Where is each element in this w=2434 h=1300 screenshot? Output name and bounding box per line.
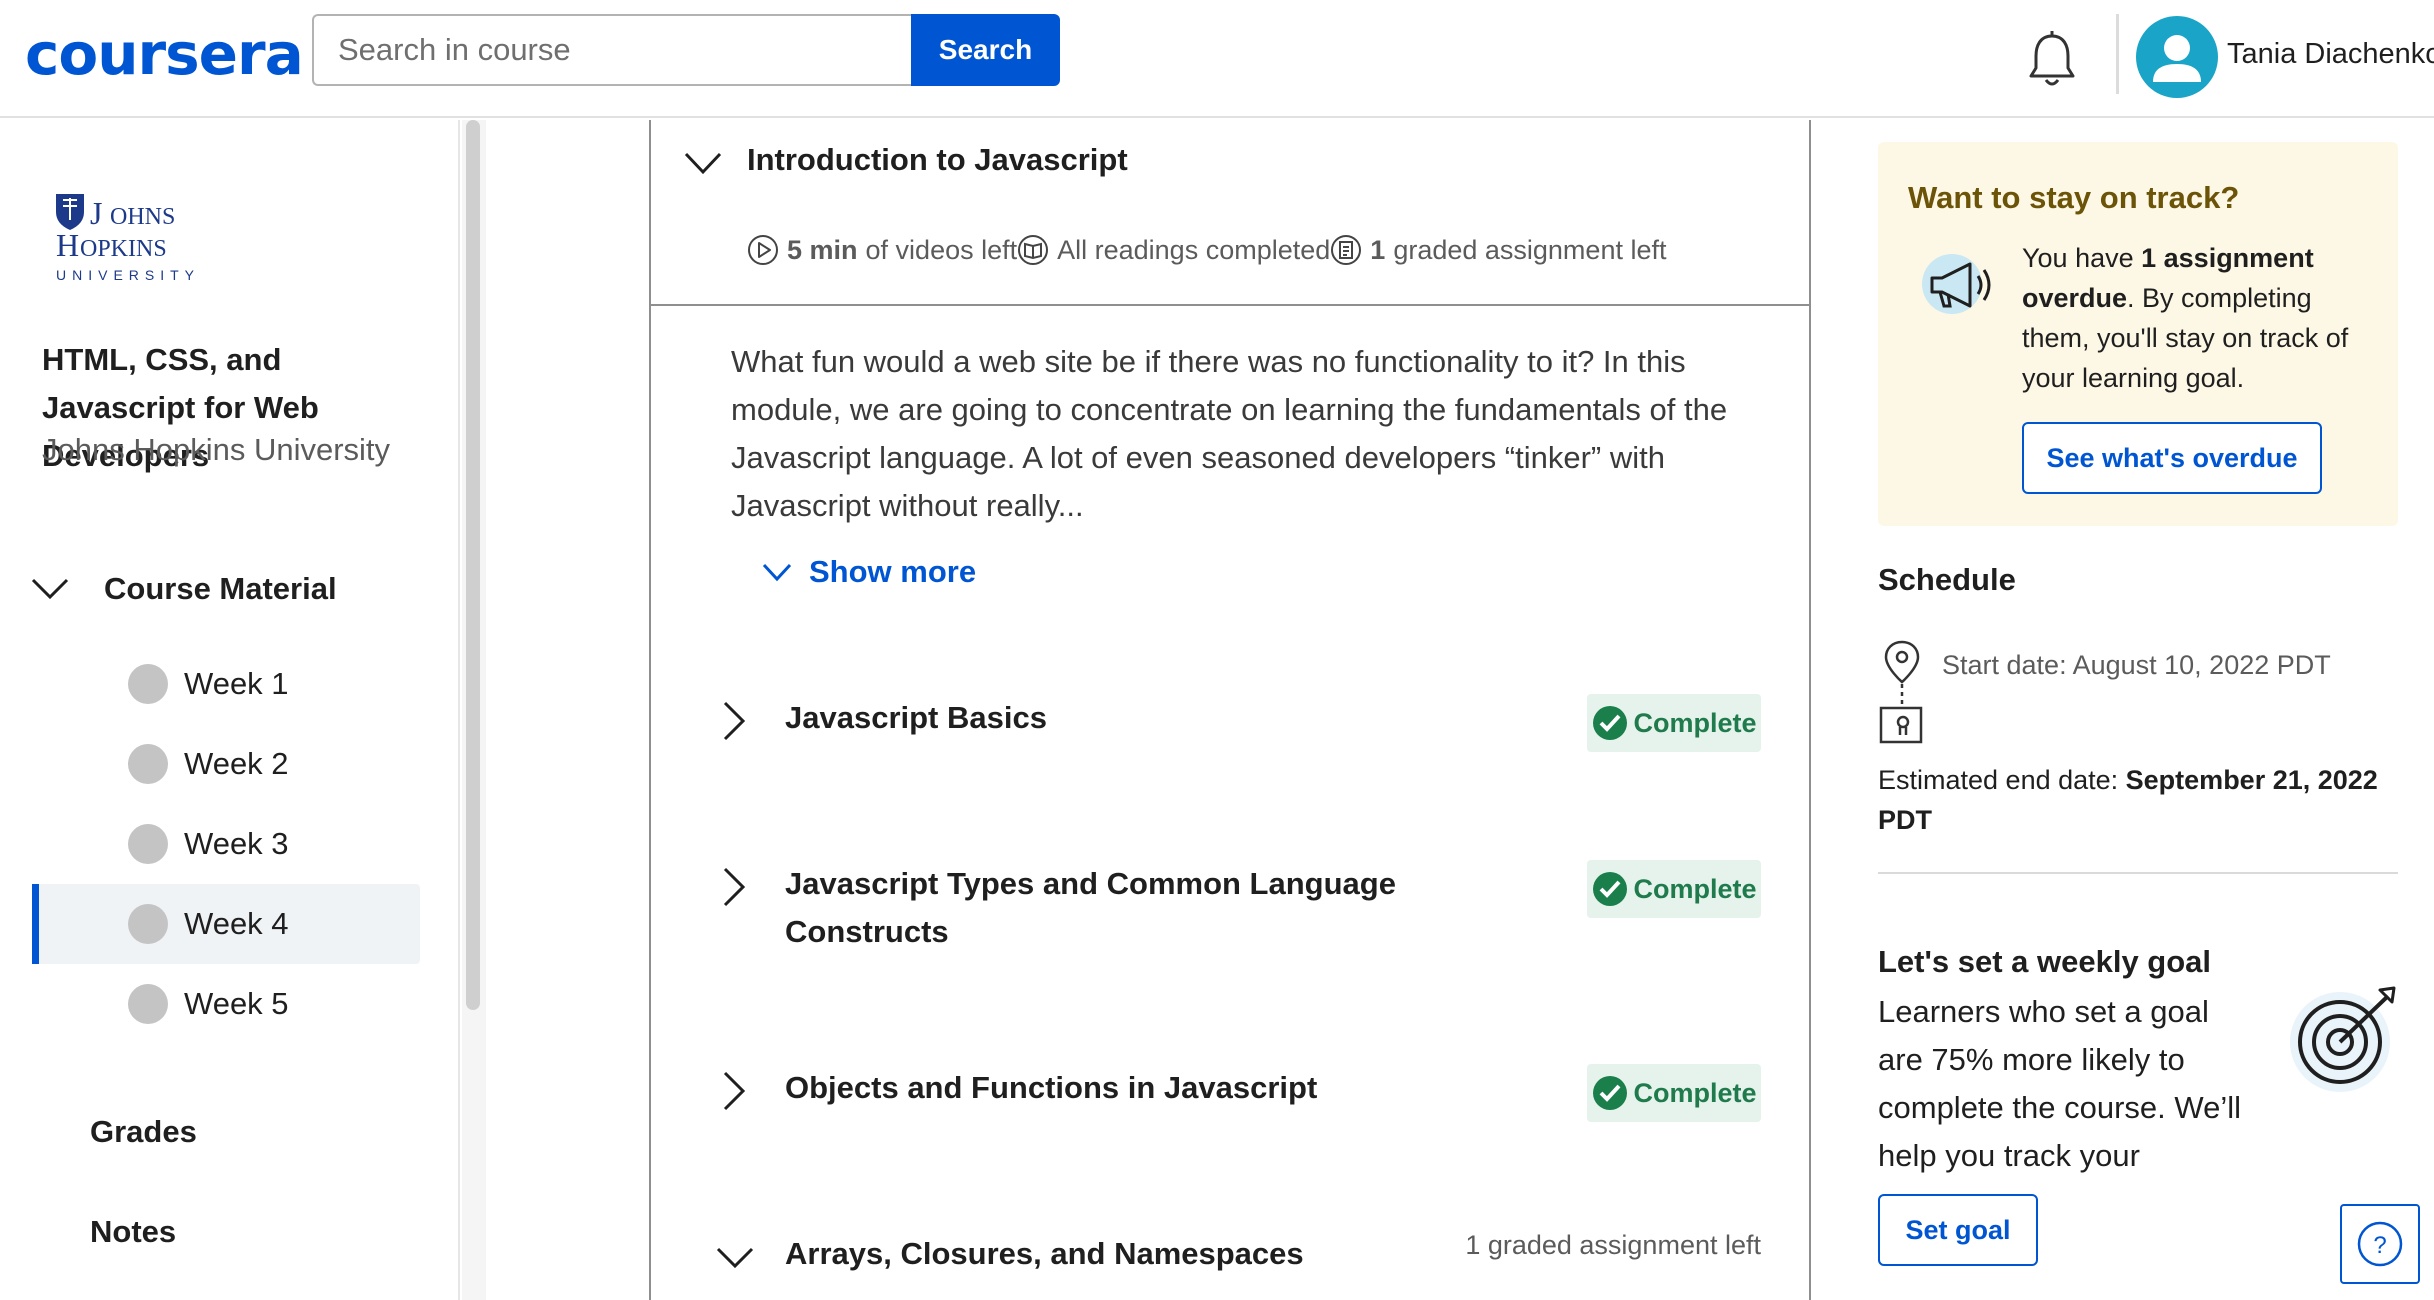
chevron-down-icon — [31, 578, 69, 600]
lesson-title: Objects and Functions in Javascript — [785, 1070, 1318, 1105]
svg-text:UNIVERSITY: UNIVERSITY — [56, 267, 194, 283]
track-text-pre: You have — [2022, 243, 2142, 273]
svg-text:OHNS: OHNS — [110, 204, 175, 230]
chevron-right-icon[interactable] — [721, 866, 747, 908]
sidebar-item-week-3[interactable]: Week 3 — [32, 804, 420, 884]
sidebar-item-week-2[interactable]: Week 2 — [32, 724, 420, 804]
lesson-status-text: 1 graded assignment left — [1465, 1230, 1761, 1260]
show-more-button[interactable]: Show more — [761, 554, 976, 590]
show-more-label: Show more — [809, 554, 977, 589]
help-icon: ? — [2357, 1221, 2403, 1267]
top-header: coursera Search Tania Diachenko — [0, 0, 2434, 118]
videos-text: of videos left — [865, 234, 1018, 265]
chevron-down-icon[interactable] — [715, 1244, 755, 1272]
assignment-icon — [1331, 235, 1362, 265]
week-status-icon — [128, 664, 168, 704]
videos-stat: 5 min of videos left — [747, 234, 1017, 266]
header-divider — [2116, 14, 2119, 94]
svg-text:?: ? — [2373, 1232, 2386, 1259]
module-title: Introduction to Javascript — [747, 142, 1128, 177]
target-icon — [2290, 986, 2396, 1092]
certificate-icon — [1879, 706, 1923, 744]
status-badge: Complete — [1587, 860, 1761, 918]
help-button[interactable]: ? — [2340, 1204, 2420, 1284]
check-circle-icon — [1593, 872, 1628, 906]
week-status-icon — [128, 984, 168, 1024]
check-circle-icon — [1593, 706, 1628, 740]
week-label: Week 1 — [184, 666, 289, 701]
chevron-right-icon[interactable] — [721, 1070, 747, 1112]
status-label: Complete — [1633, 873, 1757, 904]
divider — [1878, 872, 2398, 874]
stay-on-track-card: Want to stay on track? You have 1 assign… — [1878, 142, 2398, 526]
start-date: Start date: August 10, 2022 PDT — [1942, 650, 2331, 680]
avatar-icon[interactable] — [2136, 16, 2218, 98]
lesson-row[interactable]: Javascript Basics Complete — [721, 694, 1761, 754]
lesson-row[interactable]: Objects and Functions in Javascript Comp… — [721, 1064, 1761, 1124]
location-pin-icon — [1879, 640, 1923, 744]
module-card: Introduction to Javascript 5 min of vide… — [649, 120, 1811, 1300]
bell-icon[interactable] — [2026, 30, 2078, 88]
sidebar-item-week-1[interactable]: Week 1 — [32, 644, 420, 724]
svg-text:OPKINS: OPKINS — [80, 236, 167, 262]
readings-stat: All readings completed — [1017, 234, 1330, 266]
chevron-right-icon[interactable] — [721, 700, 747, 742]
megaphone-icon — [1922, 254, 1991, 314]
sidebar-scrollbar-thumb[interactable] — [466, 120, 480, 1010]
end-date: Estimated end date: September 21, 2022 P… — [1878, 760, 2398, 840]
week-label: Week 3 — [184, 826, 289, 861]
svg-text:H: H — [56, 227, 79, 263]
lesson-title: Arrays, Closures, and Namespaces — [785, 1236, 1304, 1271]
graded-stat: 1 graded assignment left — [1330, 234, 1666, 266]
chevron-down-icon[interactable] — [683, 148, 723, 178]
play-icon — [748, 235, 778, 265]
course-org: Johns Hopkins University — [42, 432, 391, 467]
module-stats: 5 min of videos left All readings comple… — [747, 234, 1666, 266]
search-button[interactable]: Search — [911, 14, 1060, 86]
lesson-title: Javascript Types and Common Language Con… — [785, 866, 1396, 949]
chevron-down-icon — [762, 563, 792, 582]
university-logo: J OHNS H OPKINS UNIVERSITY — [56, 194, 194, 283]
goal-description: Learners who set a goal are 75% more lik… — [1878, 994, 2241, 1221]
end-date-label: Estimated end date: — [1878, 765, 2126, 795]
lesson-row[interactable]: Arrays, Closures, and Namespaces 1 grade… — [716, 1230, 1761, 1290]
readings-text: All readings completed — [1057, 234, 1331, 265]
lesson-row[interactable]: Javascript Types and Common Language Con… — [721, 860, 1761, 960]
course-material-label: Course Material — [104, 571, 337, 606]
status-badge: Complete — [1587, 694, 1761, 752]
week-status-icon — [128, 904, 168, 944]
week-label: Week 5 — [184, 986, 289, 1021]
see-overdue-button[interactable]: See what's overdue — [2022, 422, 2322, 494]
module-description: What fun would a web site be if there wa… — [731, 344, 1728, 523]
track-title: Want to stay on track? — [1908, 180, 2240, 215]
sidebar-item-week-5[interactable]: Week 5 — [32, 964, 420, 1044]
check-circle-icon — [1593, 1076, 1628, 1110]
week-label: Week 4 — [184, 906, 289, 941]
user-name[interactable]: Tania Diachenko — [2227, 38, 2434, 71]
status-badge: Complete — [1587, 1064, 1761, 1122]
status-label: Complete — [1633, 1077, 1757, 1108]
module-header[interactable]: Introduction to Javascript 5 min of vide… — [651, 120, 1809, 306]
sidebar-item-grades[interactable]: Grades — [90, 1114, 197, 1150]
schedule-title: Schedule — [1878, 562, 2016, 597]
graded-text: graded assignment left — [1393, 234, 1667, 265]
svg-text:J: J — [90, 195, 102, 231]
week-label: Week 2 — [184, 746, 289, 781]
lesson-title: Javascript Basics — [785, 700, 1047, 735]
graded-value: 1 — [1370, 234, 1386, 265]
set-goal-button[interactable]: Set goal — [1878, 1194, 2038, 1266]
status-label: Complete — [1633, 707, 1757, 738]
week-status-icon — [128, 744, 168, 784]
book-icon — [1018, 235, 1049, 265]
coursera-logo[interactable]: coursera — [25, 20, 304, 88]
videos-value: 5 min — [787, 234, 858, 265]
track-message: You have 1 assignment overdue. By comple… — [2022, 238, 2372, 398]
sidebar-item-notes[interactable]: Notes — [90, 1214, 176, 1250]
search-input[interactable] — [312, 14, 914, 86]
course-material-toggle[interactable]: Course Material — [30, 564, 337, 614]
week-status-icon — [128, 824, 168, 864]
sidebar-item-week-4[interactable]: Week 4 — [32, 884, 420, 964]
goal-title: Let's set a weekly goal — [1878, 944, 2212, 979]
